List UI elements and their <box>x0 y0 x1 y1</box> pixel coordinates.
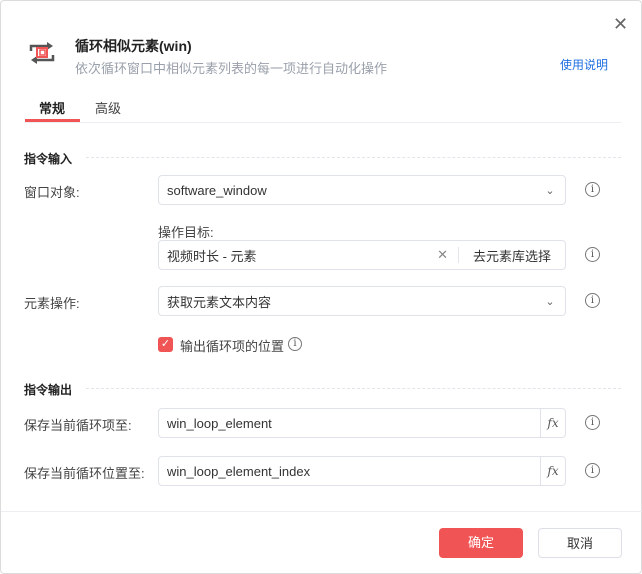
target-label: 操作目标: <box>158 225 214 240</box>
tab-divider <box>25 122 621 123</box>
dialog: ✕ 循环相似元素(win) 依次循环窗口中相似元素列表的每一项进行自动化操作 使… <box>0 0 642 574</box>
operation-label: 元素操作: <box>24 296 80 311</box>
active-tab-indicator <box>25 119 80 122</box>
pick-from-library-button[interactable]: 去元素库选择 <box>459 246 565 265</box>
footer-divider <box>1 511 642 512</box>
loop-icon <box>29 42 55 64</box>
window-label: 窗口对象: <box>24 185 80 200</box>
output-position-checkbox[interactable]: ✓ <box>158 337 173 352</box>
dialog-subtitle: 依次循环窗口中相似元素列表的每一项进行自动化操作 <box>75 61 388 76</box>
output-section-title: 指令输出 <box>24 383 73 397</box>
close-icon[interactable]: ✕ <box>613 14 628 35</box>
operation-value: 获取元素文本内容 <box>167 294 272 310</box>
save-item-input[interactable]: win_loop_element fx <box>158 408 566 438</box>
chevron-down-icon: ⌄ <box>545 184 555 197</box>
clear-icon[interactable]: ✕ <box>427 247 459 263</box>
section-divider <box>86 157 621 158</box>
save-index-input[interactable]: win_loop_element_index fx <box>158 456 566 486</box>
target-value: 视频时长 - 元素 <box>167 248 257 264</box>
cancel-button[interactable]: 取消 <box>538 528 622 558</box>
info-icon[interactable]: i <box>288 337 302 351</box>
info-icon[interactable]: i <box>585 463 600 478</box>
info-icon[interactable]: i <box>585 247 600 262</box>
info-icon[interactable]: i <box>585 293 600 308</box>
help-link[interactable]: 使用说明 <box>560 56 608 73</box>
confirm-button[interactable]: 确定 <box>439 528 523 558</box>
operation-select[interactable]: 获取元素文本内容 ⌄ <box>158 286 566 316</box>
section-divider <box>86 388 621 389</box>
save-item-label: 保存当前循环项至: <box>24 418 132 433</box>
tab-advanced[interactable]: 高级 <box>95 98 121 117</box>
save-index-label: 保存当前循环位置至: <box>24 466 145 481</box>
tab-general[interactable]: 常规 <box>39 98 65 117</box>
fx-icon[interactable]: fx <box>540 409 565 437</box>
checkbox-label: 输出循环项的位置 <box>180 339 285 354</box>
dialog-title: 循环相似元素(win) <box>75 38 192 54</box>
window-value: software_window <box>167 182 267 198</box>
info-icon[interactable]: i <box>585 182 600 197</box>
chevron-down-icon: ⌄ <box>545 295 555 308</box>
info-icon[interactable]: i <box>585 415 600 430</box>
input-section-title: 指令输入 <box>24 152 73 166</box>
fx-icon[interactable]: fx <box>540 457 565 485</box>
target-field[interactable]: 视频时长 - 元素 ✕ 去元素库选择 <box>158 240 566 270</box>
save-index-value: win_loop_element_index <box>167 463 311 479</box>
window-select[interactable]: software_window ⌄ <box>158 175 566 205</box>
save-item-value: win_loop_element <box>167 415 272 431</box>
